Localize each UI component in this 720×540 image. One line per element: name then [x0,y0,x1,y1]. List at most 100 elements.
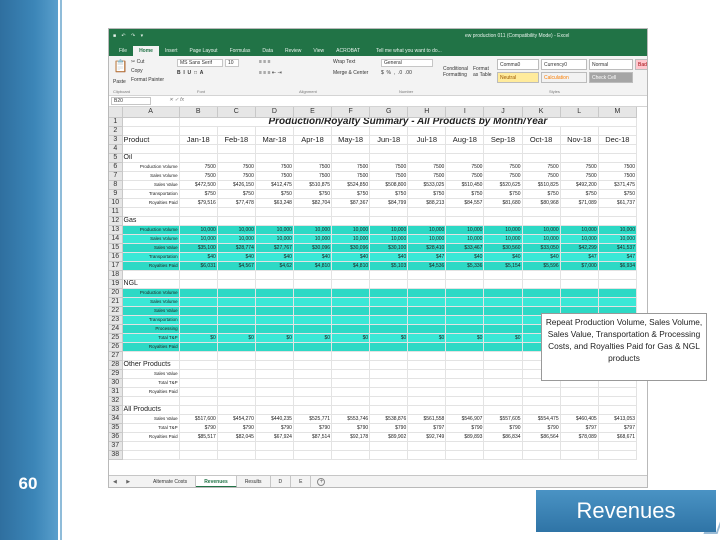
data-cell[interactable]: $750 [331,189,371,199]
data-cell[interactable]: 10,000 [560,225,599,235]
cell[interactable] [179,207,218,217]
data-cell[interactable]: 10,000 [445,225,485,235]
data-cell[interactable] [179,315,218,325]
data-cell[interactable] [331,288,371,298]
data-cell[interactable]: $790 [369,423,409,433]
data-cell[interactable]: $41,537 [598,243,638,253]
data-cell[interactable] [179,324,218,334]
column-header[interactable]: K [522,107,561,118]
data-cell[interactable] [369,342,409,352]
data-cell[interactable]: $413,053 [598,414,638,424]
cell[interactable] [522,441,561,451]
cell[interactable] [179,216,218,226]
data-cell[interactable]: $84,557 [445,198,485,208]
row-header[interactable]: 8 [109,180,123,190]
ribbon-tab-page-layout[interactable]: Page Layout [183,48,223,56]
cell[interactable] [217,144,256,154]
data-cell[interactable]: $524,850 [331,180,371,190]
data-cell[interactable]: $750 [217,189,256,199]
data-cell[interactable] [369,288,409,298]
cell[interactable] [522,450,561,460]
merge-center-button[interactable]: Merge & Center [333,70,368,76]
data-cell[interactable]: $35,100 [179,243,218,253]
data-cell[interactable] [179,369,218,379]
cell[interactable] [407,405,447,415]
data-cell[interactable]: $30,100 [369,243,409,253]
sheet-tab[interactable]: Results [237,475,271,487]
data-cell[interactable] [407,324,447,334]
cell[interactable] [483,144,523,154]
data-cell[interactable] [483,315,523,325]
style-comma0[interactable]: Comma0 [497,59,539,70]
select-all-corner[interactable] [109,107,123,118]
data-cell[interactable]: $790 [293,423,333,433]
cell[interactable] [217,405,256,415]
cell[interactable] [217,153,256,163]
alignment-buttons-2[interactable]: ≡ ≡ ≡ ⇤ ⇥ [259,70,282,76]
conditional-formatting-button[interactable]: Conditional Formatting [443,66,471,78]
cell[interactable] [483,207,523,217]
data-cell[interactable] [293,369,333,379]
cell[interactable] [560,153,599,163]
data-cell[interactable] [483,369,523,379]
cell[interactable] [369,396,409,406]
data-cell[interactable]: $460,405 [560,414,599,424]
cell[interactable] [255,144,294,154]
data-cell[interactable]: 10,000 [598,225,638,235]
data-cell[interactable]: $520,625 [483,180,523,190]
data-cell[interactable] [331,387,371,397]
data-cell[interactable]: 10,000 [560,234,599,244]
cell[interactable] [293,144,333,154]
cell[interactable] [293,279,333,289]
data-cell[interactable]: $0 [255,333,294,343]
data-cell[interactable]: $412,475 [255,180,294,190]
column-header[interactable]: E [293,107,333,118]
data-cell[interactable] [255,342,294,352]
fx-icon[interactable]: ✕ ✓ fx [169,97,184,103]
style-check-cell[interactable]: Check Cell [589,72,633,83]
cell[interactable] [598,405,638,415]
data-cell[interactable]: $61,737 [598,198,638,208]
data-cell[interactable] [445,288,485,298]
data-cell[interactable]: $750 [407,189,447,199]
row-header[interactable]: 5 [109,153,123,163]
data-cell[interactable]: $78,089 [560,432,599,442]
data-cell[interactable]: 10,000 [293,225,333,235]
data-cell[interactable]: $86,564 [522,432,561,442]
cell[interactable] [560,126,599,136]
data-cell[interactable]: $5,336 [445,261,485,271]
data-cell[interactable]: 10,000 [407,225,447,235]
row-header[interactable]: 18 [109,270,123,280]
data-cell[interactable]: $79,516 [179,198,218,208]
data-cell[interactable] [293,387,333,397]
column-header[interactable]: A [122,107,180,118]
data-cell[interactable]: $0 [293,333,333,343]
cell[interactable] [445,126,485,136]
data-cell[interactable]: $47 [560,252,599,262]
cell[interactable] [331,405,371,415]
column-header[interactable]: F [331,107,371,118]
cell[interactable] [598,207,638,217]
row-header[interactable]: 23 [109,315,123,325]
data-cell[interactable]: $0 [445,333,485,343]
data-cell[interactable] [179,342,218,352]
cell[interactable] [598,144,638,154]
data-cell[interactable] [598,297,638,307]
data-cell[interactable]: $82,045 [217,432,256,442]
sheet-tab[interactable]: E [291,475,312,487]
cell[interactable] [560,441,599,451]
data-cell[interactable]: 7500 [522,162,561,172]
cell[interactable] [179,450,218,460]
data-cell[interactable] [407,288,447,298]
cell[interactable] [293,441,333,451]
data-cell[interactable]: $40 [217,252,256,262]
data-cell[interactable] [331,324,371,334]
data-cell[interactable]: $790 [217,423,256,433]
cell[interactable] [598,279,638,289]
data-cell[interactable]: $797 [598,423,638,433]
data-cell[interactable]: 7500 [445,171,485,181]
style-currency0[interactable]: Currency0 [541,59,587,70]
cell[interactable] [407,441,447,451]
data-cell[interactable] [217,297,256,307]
ribbon-tab-review[interactable]: Review [279,48,307,56]
